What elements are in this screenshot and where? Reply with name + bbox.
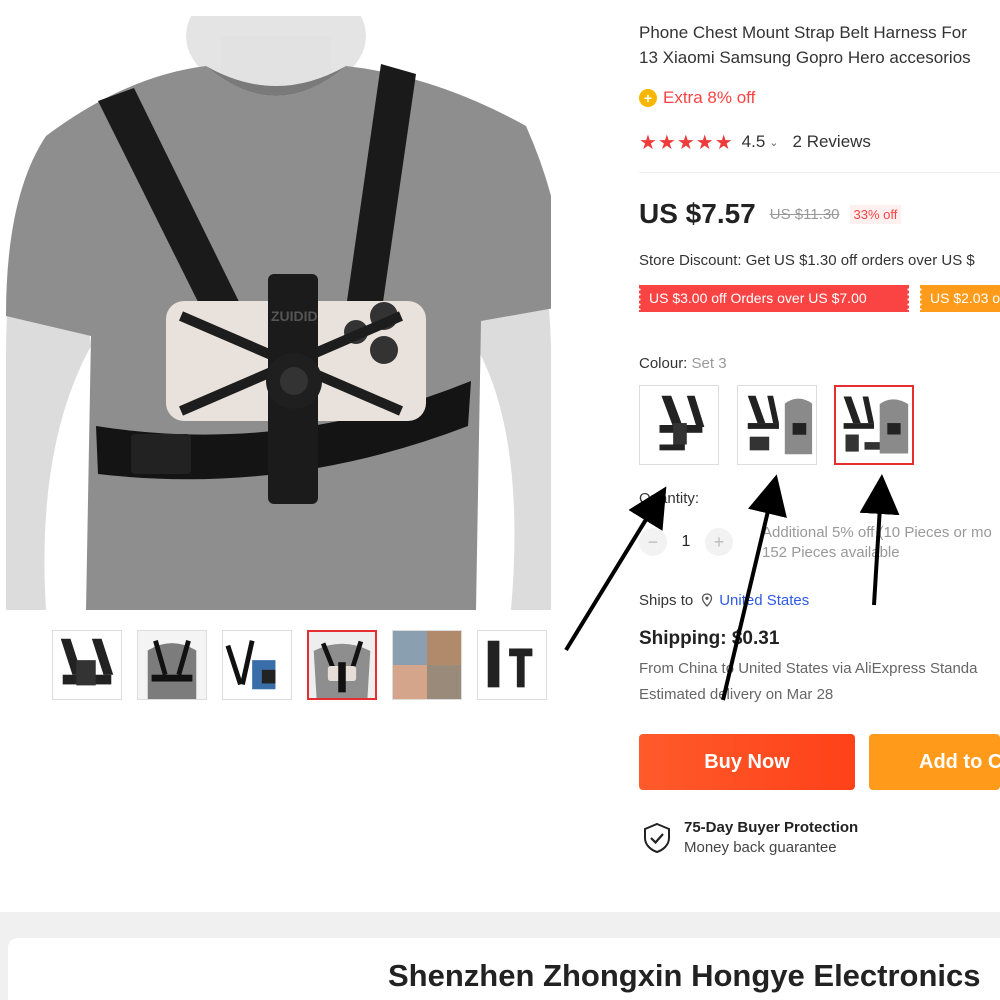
- rating-row: ★★★★★ 4.5 ⌄ 2 Reviews: [639, 130, 871, 154]
- original-price: US $11.30: [769, 205, 840, 223]
- bulk-discount-text: Additional 5% off (10 Pieces or mo: [762, 524, 992, 541]
- promo-text: Extra 8% off: [663, 88, 756, 107]
- quantity-stepper: − 1 +: [639, 528, 733, 556]
- estimated-delivery: Estimated delivery on Mar 28: [639, 686, 834, 703]
- rating-value[interactable]: 4.5: [742, 132, 766, 152]
- stock-available-text: 152 Pieces available: [762, 544, 900, 561]
- thumbnail-2[interactable]: [137, 630, 207, 700]
- price-row: US $7.57 US $11.30 33% off: [639, 196, 902, 232]
- colour-option-set-1[interactable]: [639, 385, 719, 465]
- divider: [639, 172, 1000, 173]
- current-price: US $7.57: [639, 198, 756, 229]
- chevron-down-icon[interactable]: ⌄: [769, 136, 778, 149]
- reviews-link[interactable]: 2 Reviews: [793, 132, 871, 152]
- store-discount-text: Store Discount: Get US $1.30 off orders …: [639, 252, 975, 269]
- add-to-cart-button[interactable]: Add to C: [869, 734, 1000, 790]
- discount-badge: 33% off: [849, 204, 902, 224]
- protection-title: 75-Day Buyer Protection: [684, 819, 859, 836]
- decrease-quantity-button[interactable]: −: [639, 528, 667, 556]
- colour-selected-value: Set 3: [691, 355, 727, 372]
- ships-to-country-link[interactable]: United States: [719, 592, 809, 609]
- main-product-image[interactable]: ZUIDID: [6, 16, 551, 610]
- shipping-cost: Shipping: $0.31: [639, 628, 780, 649]
- store-name[interactable]: Shenzhen Zhongxin Hongye Electronics: [388, 958, 981, 994]
- product-title-line-2: 13 Xiaomi Samsung Gopro Hero accesorios: [639, 48, 971, 67]
- coupon-2[interactable]: US $2.03 o: [919, 285, 1000, 312]
- coin-plus-icon: +: [639, 89, 657, 107]
- coupon-row: US $3.00 off Orders over US $7.00 US $2.…: [639, 285, 1000, 313]
- product-title-line-1: Phone Chest Mount Strap Belt Harness For: [639, 23, 967, 42]
- thumbnail-strip: [52, 630, 552, 702]
- thumbnail-4[interactable]: [307, 630, 377, 700]
- protection-subtitle: Money back guarantee: [684, 839, 837, 856]
- buy-now-button[interactable]: Buy Now: [639, 734, 855, 790]
- colour-label-text: Colour:: [639, 355, 688, 372]
- ships-to-row: Ships to United States: [639, 590, 809, 610]
- shipping-method[interactable]: From China to United States via AliExpre…: [639, 660, 1000, 677]
- extra-discount-promo[interactable]: + Extra 8% off: [639, 87, 755, 109]
- increase-quantity-button[interactable]: +: [705, 528, 733, 556]
- colour-option-set-2[interactable]: [737, 385, 817, 465]
- coupon-1[interactable]: US $3.00 off Orders over US $7.00: [639, 285, 910, 312]
- shield-check-icon: [644, 822, 670, 854]
- quantity-note: Additional 5% off (10 Pieces or mo 152 P…: [762, 523, 992, 563]
- quantity-value[interactable]: 1: [667, 533, 705, 551]
- colour-option-set-3[interactable]: [834, 385, 914, 465]
- quantity-label: Quantity:: [639, 490, 700, 507]
- thumbnail-3[interactable]: [222, 630, 292, 700]
- colour-label: Colour: Set 3: [639, 355, 727, 372]
- image-brand-text: ZUIDID: [271, 308, 318, 324]
- buyer-protection[interactable]: 75-Day Buyer Protection Money back guara…: [642, 818, 858, 858]
- ships-to-label: Ships to: [639, 591, 694, 609]
- thumbnail-6[interactable]: [477, 630, 547, 700]
- product-title: Phone Chest Mount Strap Belt Harness For…: [639, 20, 1000, 70]
- thumbnail-1[interactable]: [52, 630, 122, 700]
- thumbnail-5[interactable]: [392, 630, 462, 700]
- location-pin-icon: [702, 593, 713, 607]
- star-rating-icon: ★★★★★: [639, 131, 734, 154]
